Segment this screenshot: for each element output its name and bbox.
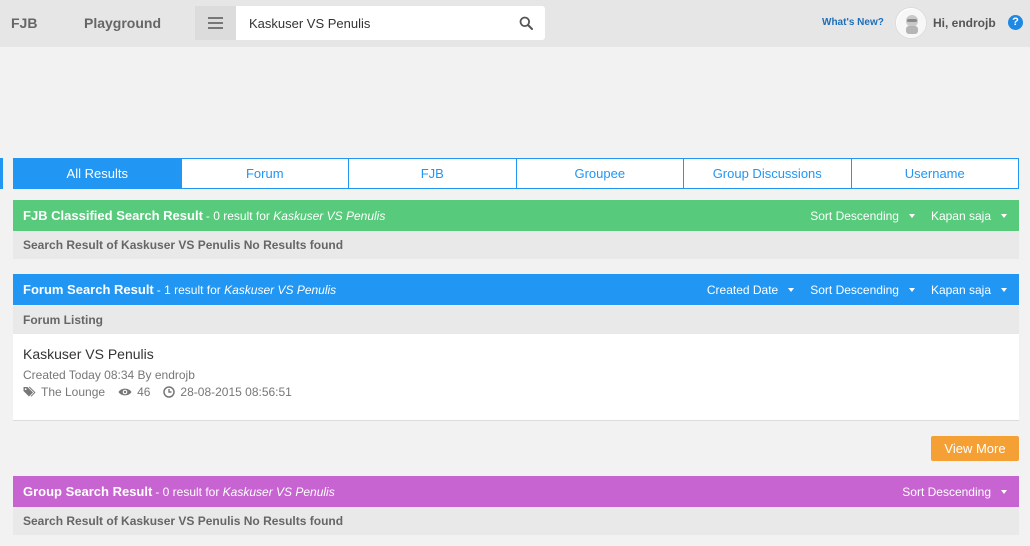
tab-username[interactable]: Username — [851, 158, 1019, 189]
top-bar: FJB Playground What's New? Hi, endrojb ? — [0, 0, 1030, 47]
result-created-info: Created Today 08:34 By endrojb — [23, 368, 195, 382]
chevron-down-icon — [1001, 213, 1007, 218]
fjb-result-count: - 0 result for Kaskuser VS Penulis — [205, 208, 386, 223]
search-box — [236, 6, 545, 40]
tab-group-discussions[interactable]: Group Discussions — [684, 158, 852, 189]
user-greeting[interactable]: Hi, endrojb — [933, 16, 996, 30]
menu-button[interactable] — [195, 6, 236, 40]
eye-icon — [118, 388, 132, 396]
result-forum-link[interactable]: The Lounge — [41, 385, 105, 399]
fjb-sort-dropdown[interactable]: Sort Descending — [810, 209, 915, 223]
fjb-time-dropdown[interactable]: Kapan saja — [931, 209, 1007, 223]
avatar-image — [897, 9, 926, 38]
forum-result-count: - 1 result for Kaskuser VS Penulis — [156, 282, 337, 297]
brand-playground-link[interactable]: Playground — [84, 15, 161, 31]
hamburger-icon — [208, 17, 223, 29]
forum-listing-label: Forum Listing — [13, 306, 1019, 334]
result-title-link[interactable]: Kaskuser VS Penulis — [23, 346, 154, 362]
whats-new-link[interactable]: What's New? — [822, 17, 884, 28]
view-more-button[interactable]: View More — [931, 436, 1019, 461]
chevron-down-icon — [1001, 489, 1007, 494]
group-section-title: Group Search Result — [23, 484, 153, 499]
tab-groupee[interactable]: Groupee — [516, 158, 684, 189]
group-no-results: Search Result of Kaskuser VS Penulis No … — [13, 507, 1019, 535]
chevron-down-icon — [908, 213, 915, 218]
help-icon[interactable]: ? — [1008, 15, 1023, 30]
group-sort-dropdown[interactable]: Sort Descending — [902, 485, 1007, 499]
result-view-count: 46 — [137, 385, 151, 399]
result-meta: The Lounge 46 28-08-2015 08:56:51 — [23, 385, 305, 399]
clock-icon — [163, 386, 176, 398]
left-accent-bar — [0, 158, 3, 189]
brand-fjb-link[interactable]: FJB — [11, 15, 37, 31]
forum-sort-dropdown[interactable]: Sort Descending — [810, 283, 915, 297]
forum-result-item: Kaskuser VS Penulis Created Today 08:34 … — [13, 334, 1019, 421]
tab-all-results[interactable]: All Results — [13, 158, 182, 189]
group-result-count: - 0 result for Kaskuser VS Penulis — [155, 484, 335, 499]
forum-section-header: Forum Search Result - 1 result for Kasku… — [13, 274, 1019, 305]
tab-fjb[interactable]: FJB — [349, 158, 517, 189]
forum-created-date-dropdown[interactable]: Created Date — [707, 283, 795, 297]
chevron-down-icon — [788, 287, 795, 292]
result-timestamp: 28-08-2015 08:56:51 — [180, 385, 292, 399]
search-input[interactable] — [236, 6, 506, 40]
chevron-down-icon — [908, 287, 915, 292]
forum-time-dropdown[interactable]: Kapan saja — [931, 283, 1007, 297]
fjb-section-header: FJB Classified Search Result - 0 result … — [13, 200, 1019, 231]
chevron-down-icon — [1001, 287, 1007, 292]
fjb-no-results: Search Result of Kaskuser VS Penulis No … — [13, 231, 1019, 259]
tab-forum[interactable]: Forum — [181, 158, 349, 189]
fjb-section-title: FJB Classified Search Result — [23, 208, 203, 223]
result-tabs: All Results Forum FJB Groupee Group Disc… — [13, 158, 1019, 189]
group-section-header: Group Search Result - 0 result for Kasku… — [13, 476, 1019, 507]
forum-section-title: Forum Search Result — [23, 282, 154, 297]
tag-icon — [23, 386, 36, 397]
search-icon[interactable] — [519, 16, 533, 30]
avatar[interactable] — [895, 7, 927, 39]
